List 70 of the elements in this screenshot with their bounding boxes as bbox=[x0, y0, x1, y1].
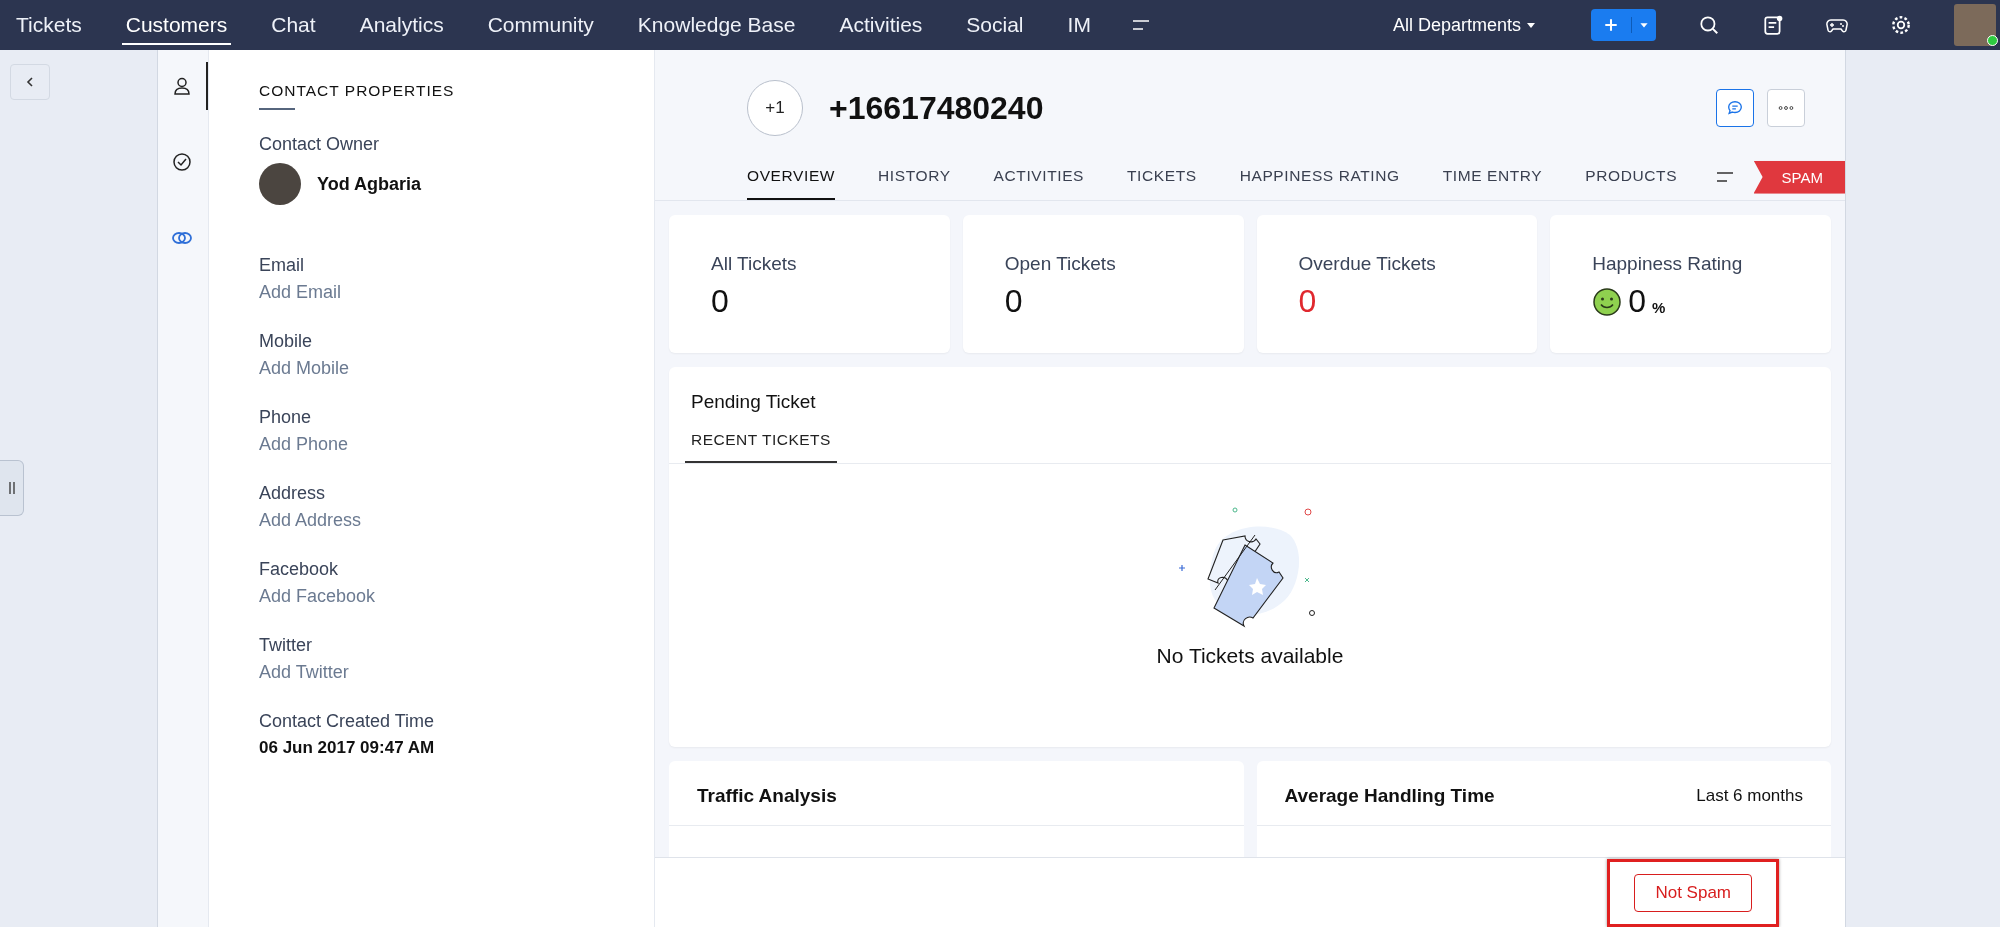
department-dropdown[interactable]: All Departments bbox=[1386, 13, 1541, 37]
nav-tab[interactable]: Analytics bbox=[355, 5, 448, 45]
add-button-group[interactable] bbox=[1591, 9, 1656, 41]
chat-button[interactable] bbox=[1716, 89, 1754, 127]
field-label: Twitter bbox=[259, 635, 313, 656]
contact-tab[interactable]: TICKETS bbox=[1127, 154, 1197, 200]
nav-tab[interactable]: Social bbox=[962, 5, 1028, 45]
add-field-link[interactable]: Add Twitter bbox=[259, 662, 349, 682]
add-field-link[interactable]: Add Phone bbox=[259, 434, 349, 454]
not-spam-button[interactable]: Not Spam bbox=[1634, 873, 1752, 912]
nav-tab[interactable]: Tickets bbox=[12, 5, 86, 45]
country-code-avatar: +1 bbox=[747, 80, 803, 136]
field-label: Address bbox=[259, 483, 327, 504]
stat-value: 0 bbox=[1004, 283, 1023, 320]
nav-tab[interactable]: IM bbox=[1063, 5, 1095, 45]
stat-label: All Tickets bbox=[711, 253, 798, 275]
field-value: 06 Jun 2017 09:47 AM bbox=[259, 738, 436, 758]
empty-state-message: No Tickets available bbox=[1156, 644, 1344, 668]
ticket-tab[interactable]: RECENT TICKETS bbox=[685, 423, 837, 463]
period-filter[interactable]: Last 6 months bbox=[1696, 786, 1803, 806]
contact-tab[interactable]: PRODUCTS bbox=[1585, 154, 1678, 200]
stat-label: Happiness Rating bbox=[1592, 253, 1744, 275]
card-title: Pending Ticket bbox=[691, 391, 817, 413]
add-field-link[interactable]: Add Facebook bbox=[259, 586, 376, 606]
smiley-icon bbox=[1592, 286, 1623, 317]
stat-label: Overdue Tickets bbox=[1298, 253, 1437, 275]
menu-icon[interactable] bbox=[1130, 18, 1151, 32]
owner-avatar bbox=[259, 163, 301, 205]
nav-tab[interactable]: Knowledge Base bbox=[633, 5, 800, 45]
contact-tab[interactable]: HAPPINESS RATING bbox=[1239, 154, 1400, 200]
owner-name: Yod Agbaria bbox=[317, 173, 421, 195]
contact-tab[interactable]: ACTIVITIES bbox=[993, 154, 1084, 200]
grip-icon bbox=[7, 481, 16, 495]
nav-tab[interactable]: Activities bbox=[835, 5, 927, 45]
chevron-left-icon bbox=[24, 76, 36, 88]
spam-tag: SPAM bbox=[1753, 160, 1845, 194]
search-icon[interactable] bbox=[1698, 14, 1720, 36]
stat-label: Open Tickets bbox=[1004, 253, 1117, 275]
field-label: Contact Created Time bbox=[259, 711, 436, 732]
field-label: Mobile bbox=[259, 331, 314, 352]
add-field-link[interactable]: Add Mobile bbox=[259, 358, 350, 378]
user-avatar[interactable] bbox=[1954, 4, 1996, 46]
card-title: Traffic Analysis bbox=[697, 785, 837, 807]
nav-tab[interactable]: Customers bbox=[121, 5, 232, 45]
contact-tab[interactable]: TIME ENTRY bbox=[1442, 154, 1543, 200]
card-title: Average Handling Time bbox=[1284, 785, 1495, 807]
field-label: Facebook bbox=[259, 559, 340, 580]
contact-tab[interactable]: OVERVIEW bbox=[747, 154, 836, 200]
notepad-icon[interactable] bbox=[1762, 14, 1784, 36]
menu-icon[interactable] bbox=[1715, 170, 1736, 184]
nav-tab[interactable]: Chat bbox=[267, 5, 320, 45]
add-field-link[interactable]: Add Address bbox=[259, 510, 362, 530]
panel-resize-handle[interactable] bbox=[0, 460, 24, 516]
stat-unit: % bbox=[1652, 299, 1666, 316]
person-icon bbox=[172, 76, 192, 96]
field-label: Email bbox=[259, 255, 305, 276]
contact-tab[interactable]: HISTORY bbox=[878, 154, 951, 200]
settings-icon[interactable] bbox=[1890, 14, 1912, 36]
contact-phone-number: +16617480240 bbox=[829, 89, 1044, 127]
more-icon bbox=[1777, 105, 1795, 111]
stat-value: 0 bbox=[711, 283, 729, 320]
field-label: Phone bbox=[259, 407, 313, 428]
field-label: Contact Owner bbox=[259, 134, 381, 155]
chat-bubble-icon bbox=[1726, 99, 1744, 117]
stat-value: 0 bbox=[1298, 283, 1317, 320]
check-circle-icon bbox=[172, 152, 192, 172]
nav-tab[interactable]: Community bbox=[483, 5, 598, 45]
add-field-link[interactable]: Add Email bbox=[259, 282, 342, 302]
link-rings-icon bbox=[171, 230, 193, 246]
stat-value: 0 bbox=[1628, 283, 1647, 320]
